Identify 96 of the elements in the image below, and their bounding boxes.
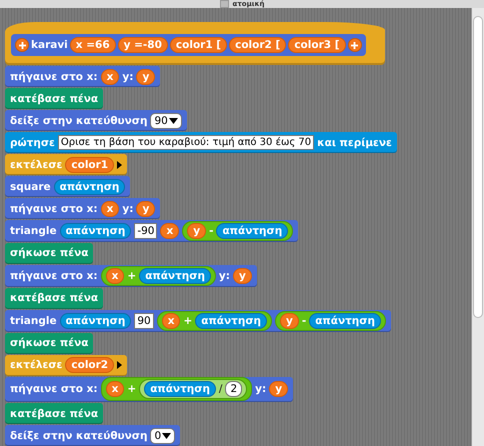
block-label: πήγαινε στο x: <box>10 270 98 282</box>
block-name: karavi <box>31 39 68 51</box>
checkbox-icon[interactable] <box>220 0 229 8</box>
variable-reporter[interactable]: color2 <box>65 357 114 374</box>
variable-reporter[interactable]: y <box>187 222 206 239</box>
plus-icon[interactable] <box>15 38 29 52</box>
parameter[interactable]: color1 [ <box>170 37 228 53</box>
number-input[interactable]: 2 <box>225 381 242 398</box>
triangle-arrow-icon[interactable] <box>117 361 122 370</box>
operator-reporter[interactable]: y - απάντηση <box>275 310 386 331</box>
block-label: δείξε στην κατεύθυνση <box>10 114 148 126</box>
direction-dropdown[interactable]: 0 <box>150 428 176 444</box>
command-block[interactable]: δείξε στην κατεύθυνση 90 <box>5 110 187 131</box>
block-label: y: <box>122 70 134 82</box>
answer-reporter[interactable]: απάντηση <box>54 178 126 194</box>
answer-reporter[interactable]: απάντηση <box>139 268 211 284</box>
command-block[interactable]: δείξε στην κατεύθυνση 0 <box>5 425 180 446</box>
block-label: y: <box>122 202 134 214</box>
block-label: εκτέλεσε <box>10 359 62 372</box>
block-label: + <box>183 314 192 327</box>
command-block[interactable]: κατέβασε πένα <box>5 288 104 309</box>
command-block[interactable]: square απάντηση <box>5 176 130 197</box>
operator-reporter[interactable]: x + απάντηση / 2 <box>100 377 252 402</box>
block-label: - <box>209 224 214 237</box>
command-block[interactable]: πήγαινε στο x: x y: y <box>5 66 160 87</box>
triangle-arrow-icon[interactable] <box>117 160 122 168</box>
block-label: σήκωσε πένα <box>10 247 88 260</box>
answer-reporter[interactable]: απάντηση <box>60 312 132 329</box>
block-label: + <box>127 383 136 396</box>
operator-reporter[interactable]: απάντηση / 2 <box>139 379 248 400</box>
definition-hat-block[interactable]: karavi x =66 y =-80 color1 [ color2 [ color3 [ <box>5 22 385 63</box>
command-block[interactable]: triangle απάντηση -90 x y - απάντηση <box>5 220 298 242</box>
parameter[interactable]: color3 [ <box>288 37 346 53</box>
block-label: triangle <box>10 314 57 327</box>
answer-reporter[interactable]: απάντηση <box>144 381 216 398</box>
block-label: και περίμενε <box>317 136 392 148</box>
command-block[interactable]: πήγαινε στο x: x y: y <box>5 198 160 219</box>
command-block[interactable]: κατέβασε πένα <box>5 403 104 424</box>
block-label: + <box>127 270 136 282</box>
number-input[interactable]: 90 <box>134 312 154 329</box>
operator-reporter[interactable]: y - απάντηση <box>182 220 294 241</box>
variable-reporter[interactable]: y <box>280 312 299 329</box>
number-input[interactable]: -90 <box>134 222 158 239</box>
block-prototype[interactable]: karavi x =66 y =-80 color1 [ color2 [ color3 [ <box>11 34 366 56</box>
dropdown-arrow-icon <box>162 432 172 438</box>
block-label: κατέβασε πένα <box>10 292 98 304</box>
operator-sign: / <box>218 383 222 396</box>
command-block[interactable]: κατέβασε πένα <box>5 88 104 109</box>
answer-reporter[interactable]: απάντηση <box>195 312 267 329</box>
variable-reporter[interactable]: x <box>160 222 180 239</box>
command-block[interactable]: ρώτησε Ορισε τη βάση του καραβιού: τιμή από 30 έως 70 και περίμενε <box>5 132 397 153</box>
block-label: κατέβασε πένα <box>10 408 98 420</box>
dropdown-arrow-icon <box>168 118 178 124</box>
block-label: εκτέλεσε <box>10 158 62 170</box>
scrollbar[interactable] <box>471 8 484 446</box>
block-label: σήκωσε πένα <box>10 337 88 350</box>
command-block[interactable]: σήκωσε πένα <box>5 332 94 354</box>
variable-reporter[interactable]: x <box>100 200 120 216</box>
command-block[interactable]: πήγαινε στο x: x + απάντηση / 2 y: y <box>5 376 294 402</box>
block-label: triangle <box>10 224 57 237</box>
command-block[interactable]: σήκωσε πένα <box>5 242 94 264</box>
variable-reporter[interactable]: x <box>162 312 180 329</box>
block-label: y: <box>218 270 230 282</box>
variable-reporter[interactable]: y <box>269 381 288 398</box>
block-label: κατέβασε πένα <box>10 92 98 104</box>
block-label: πήγαινε στο x: <box>10 70 98 82</box>
variable-reporter[interactable]: x <box>100 68 120 84</box>
block-label: y: <box>255 383 266 396</box>
parameter[interactable]: x =66 <box>70 37 116 53</box>
variable-reporter[interactable]: y <box>136 200 156 216</box>
block-label: πήγαινε στο x: <box>10 202 98 214</box>
operator-reporter[interactable]: x + απάντηση <box>156 310 272 331</box>
answer-reporter[interactable]: απάντηση <box>60 222 132 239</box>
block-label: δείξε στην κατεύθυνση <box>10 430 148 442</box>
variable-reporter[interactable]: x <box>106 268 124 284</box>
parameter[interactable]: y =-80 <box>118 37 168 53</box>
command-block[interactable]: εκτέλεσε color1 <box>5 154 128 175</box>
answer-reporter[interactable]: απάντηση <box>216 222 288 239</box>
variable-reporter[interactable]: y <box>136 68 156 84</box>
variable-reporter[interactable]: color1 <box>65 156 114 172</box>
parameter[interactable]: color2 [ <box>229 37 286 53</box>
command-block[interactable]: πήγαινε στο x: x + απάντηση y: y <box>5 264 257 287</box>
plus-icon[interactable] <box>348 38 362 52</box>
command-block[interactable]: εκτέλεσε color2 <box>5 354 128 376</box>
operator-reporter[interactable]: x + απάντηση <box>100 266 216 286</box>
text-input[interactable]: Ορισε τη βάση του καραβιού: τιμή από 30 έως 70 <box>58 135 314 150</box>
block-label: - <box>302 314 306 327</box>
answer-reporter[interactable]: απάντηση <box>309 312 381 329</box>
block-label: ρώτησε <box>10 136 55 148</box>
variable-reporter[interactable]: x <box>106 381 124 398</box>
direction-dropdown[interactable]: 90 <box>150 112 182 128</box>
command-block[interactable]: triangle απάντηση 90 x + απάντηση y - απάντηση <box>5 310 391 332</box>
variable-reporter[interactable]: y <box>232 268 252 284</box>
block-label: πήγαινε στο x: <box>10 383 98 396</box>
scrollbar-thumb[interactable] <box>473 16 483 318</box>
block-label: square <box>10 180 51 192</box>
